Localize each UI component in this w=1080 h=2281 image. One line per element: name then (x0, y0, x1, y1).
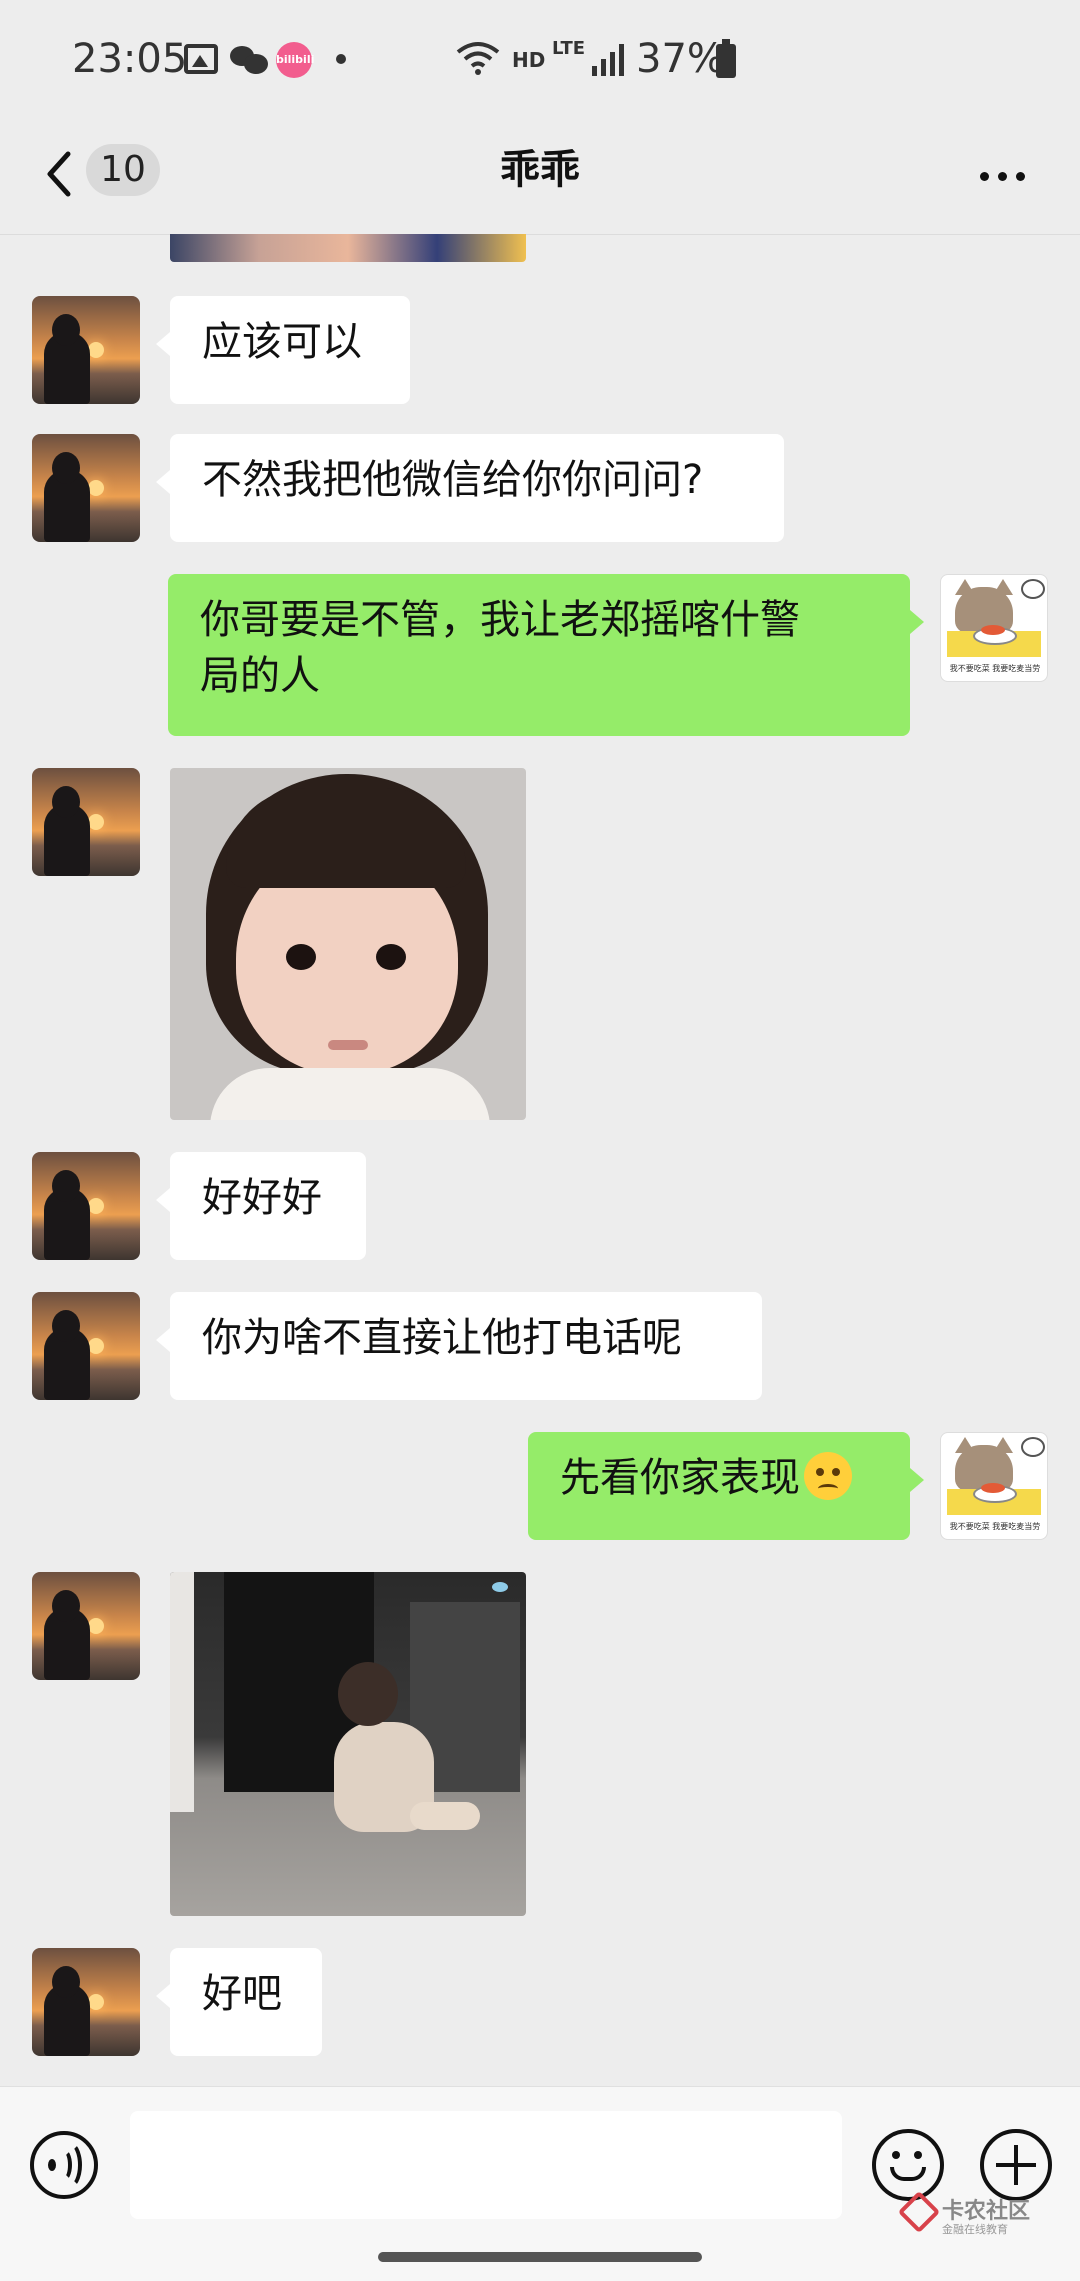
contact-avatar[interactable] (32, 1572, 140, 1680)
contact-avatar[interactable] (32, 1292, 140, 1400)
message-bubble[interactable]: 好好好 (156, 1152, 366, 1260)
confused-emoji-icon (804, 1452, 852, 1500)
contact-avatar[interactable] (32, 1948, 140, 2056)
plus-icon[interactable] (980, 2129, 1052, 2201)
self-avatar[interactable]: 我不要吃菜 我要吃麦当劳 (940, 574, 1048, 682)
message-text: 先看你家表现 (560, 1455, 800, 1501)
contact-avatar[interactable] (32, 296, 140, 404)
watermark-logo: 卡农社区 金融在线教育 (897, 2190, 1064, 2237)
image-message[interactable] (170, 768, 526, 1120)
message-bubble-self[interactable]: 先看你家表现 (528, 1432, 924, 1540)
voice-icon[interactable] (30, 2131, 98, 2199)
watermark-icon (897, 2190, 941, 2234)
message-input[interactable] (130, 2111, 842, 2219)
contact-avatar[interactable] (32, 1152, 140, 1260)
wifi-icon (456, 42, 500, 75)
hd-icon: HD (512, 48, 546, 72)
chat-title: 乖乖 (500, 147, 580, 193)
avatar-caption: 我不要吃菜 我要吃麦当劳 (949, 664, 1041, 673)
battery-percent: 37% (636, 36, 725, 82)
message-bubble[interactable]: 应该可以 (156, 296, 410, 404)
avatar-caption: 我不要吃菜 我要吃麦当劳 (949, 1522, 1041, 1531)
gallery-icon (184, 44, 218, 74)
emoji-icon[interactable] (872, 2129, 944, 2201)
message-bubble[interactable]: 你为啥不直接让他打电话呢 (156, 1292, 762, 1400)
message-text-line: 你哥要是不管，我让老郑摇喀什警 (200, 597, 800, 643)
image-message[interactable] (170, 1572, 526, 1916)
chat-header: 10 乖乖 (0, 120, 1080, 235)
lte-icon: LTE (552, 38, 586, 59)
contact-avatar[interactable] (32, 768, 140, 876)
more-dots-icon[interactable] (972, 158, 1032, 198)
message-bubble[interactable]: 好吧 (156, 1948, 322, 2056)
message-text-line: 局的人 (200, 653, 320, 699)
contact-avatar[interactable] (32, 434, 140, 542)
self-avatar[interactable]: 我不要吃菜 我要吃麦当劳 (940, 1432, 1048, 1540)
dot-icon (336, 54, 346, 64)
status-bar: 23:05 bilibili HD LTE 37% (0, 0, 1080, 120)
wechat-icon (230, 44, 270, 74)
bilibili-icon: bilibili (276, 42, 314, 78)
message-bubble[interactable]: 不然我把他微信给你你问问? (156, 434, 784, 542)
signal-icon (592, 44, 624, 76)
battery-icon (716, 39, 736, 78)
watermark-subtitle: 金融在线教育 (942, 2223, 1008, 2236)
status-time: 23:05 (72, 36, 188, 82)
image-message[interactable] (170, 234, 526, 262)
message-bubble-self[interactable]: 你哥要是不管，我让老郑摇喀什警 局的人 (168, 574, 924, 736)
home-indicator[interactable] (378, 2252, 702, 2262)
message-list[interactable]: 应该可以 不然我把他微信给你你问问? 你哥要是不管，我让老郑摇喀什警 局的人 我… (0, 234, 1080, 2086)
